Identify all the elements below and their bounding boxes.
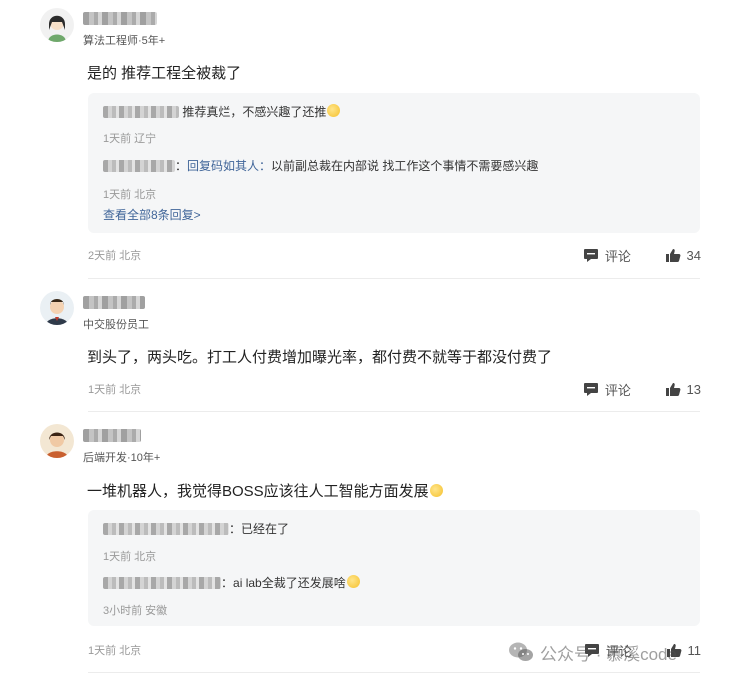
- avatar[interactable]: [40, 291, 74, 325]
- reply-text: 已经在了: [241, 522, 290, 536]
- reply-text: 推荐真烂，不感兴趣了还推: [182, 105, 327, 119]
- username-redacted[interactable]: [83, 296, 145, 309]
- reply-text: ai lab全裁了还发展啥: [233, 576, 346, 590]
- reply-meta: 1天前 北京: [103, 189, 157, 201]
- like-button[interactable]: 34: [665, 248, 701, 263]
- reply-prefix: ：: [229, 522, 242, 536]
- reply-text: 以前副总裁在内部说 找工作这个事情不需要感兴趣: [271, 159, 539, 173]
- comment-meta: 1天前 北京: [88, 645, 142, 657]
- reply-meta: 1天前 北京: [103, 551, 157, 563]
- view-all-replies-link[interactable]: 查看全部8条回复>: [103, 206, 201, 223]
- comment-icon: [583, 382, 599, 397]
- user-title: 后端开发·10年+: [83, 452, 161, 464]
- emoji-icon: [429, 484, 443, 497]
- reply-username-redacted[interactable]: [103, 106, 179, 118]
- comment-text: 一堆机器人，我觉得BOSS应该往人工智能方面发展: [87, 480, 443, 501]
- reply-item: 推荐真烂，不感兴趣了还推: [103, 103, 341, 120]
- avatar[interactable]: [40, 8, 74, 42]
- user-title: 算法工程师·5年+: [83, 35, 166, 47]
- user-title: 中交股份员工: [83, 319, 149, 331]
- reply-username-redacted[interactable]: [103, 160, 175, 172]
- like-count: 11: [687, 643, 702, 658]
- comment-button[interactable]: 评论: [583, 246, 631, 265]
- reply-box: ：已经在了 1天前 北京 ：ai lab全裁了还发展啥 3小时前 安徽: [88, 510, 700, 626]
- like-count: 34: [686, 248, 701, 263]
- reply-to-link[interactable]: 回复码如其人：: [187, 159, 271, 173]
- comment-text: 是的 推荐工程全被裁了: [87, 65, 242, 82]
- comment-actions: 评论 34: [583, 246, 701, 265]
- reply-username-redacted[interactable]: [103, 577, 221, 589]
- divider: [88, 278, 700, 279]
- comment-meta: 2天前 北京: [88, 250, 142, 262]
- like-button[interactable]: 13: [665, 382, 701, 397]
- comment-text: 到头了，两头吃。打工人付费增加曝光率，都付费不就等于都没付费了: [87, 349, 553, 366]
- like-count: 13: [686, 382, 701, 397]
- wechat-icon: [508, 641, 534, 663]
- avatar[interactable]: [40, 424, 74, 458]
- thumbs-up-icon: [665, 382, 681, 397]
- divider: [88, 672, 700, 673]
- emoji-icon: [327, 104, 341, 117]
- comment-icon: [583, 248, 599, 263]
- thumbs-up-icon: [665, 248, 681, 263]
- divider: [88, 411, 700, 412]
- comment-label: 评论: [604, 249, 631, 264]
- reply-item: ：已经在了: [103, 520, 289, 537]
- reply-username-redacted[interactable]: [103, 523, 229, 535]
- username-redacted[interactable]: [83, 429, 141, 442]
- comment-meta: 1天前 北京: [88, 384, 142, 396]
- comment-label: 评论: [604, 383, 631, 398]
- username-redacted[interactable]: [83, 12, 157, 25]
- watermark: 公众号 · 慕溪code: [508, 638, 677, 666]
- comment-button[interactable]: 评论: [583, 380, 631, 399]
- comment-actions: 评论 13: [583, 380, 701, 399]
- watermark-text: 公众号 · 慕溪code: [540, 644, 677, 664]
- reply-meta: 1天前 辽宁: [103, 133, 157, 145]
- reply-box: 推荐真烂，不感兴趣了还推 1天前 辽宁 ：回复码如其人：以前副总裁在内部说 找工…: [88, 93, 700, 233]
- reply-item: ：ai lab全裁了还发展啥: [103, 574, 360, 591]
- reply-item: ：回复码如其人：以前副总裁在内部说 找工作这个事情不需要感兴趣: [103, 157, 538, 174]
- reply-prefix: ：: [221, 576, 234, 590]
- emoji-icon: [346, 575, 360, 588]
- reply-prefix: ：: [175, 159, 188, 173]
- reply-meta: 3小时前 安徽: [103, 605, 168, 617]
